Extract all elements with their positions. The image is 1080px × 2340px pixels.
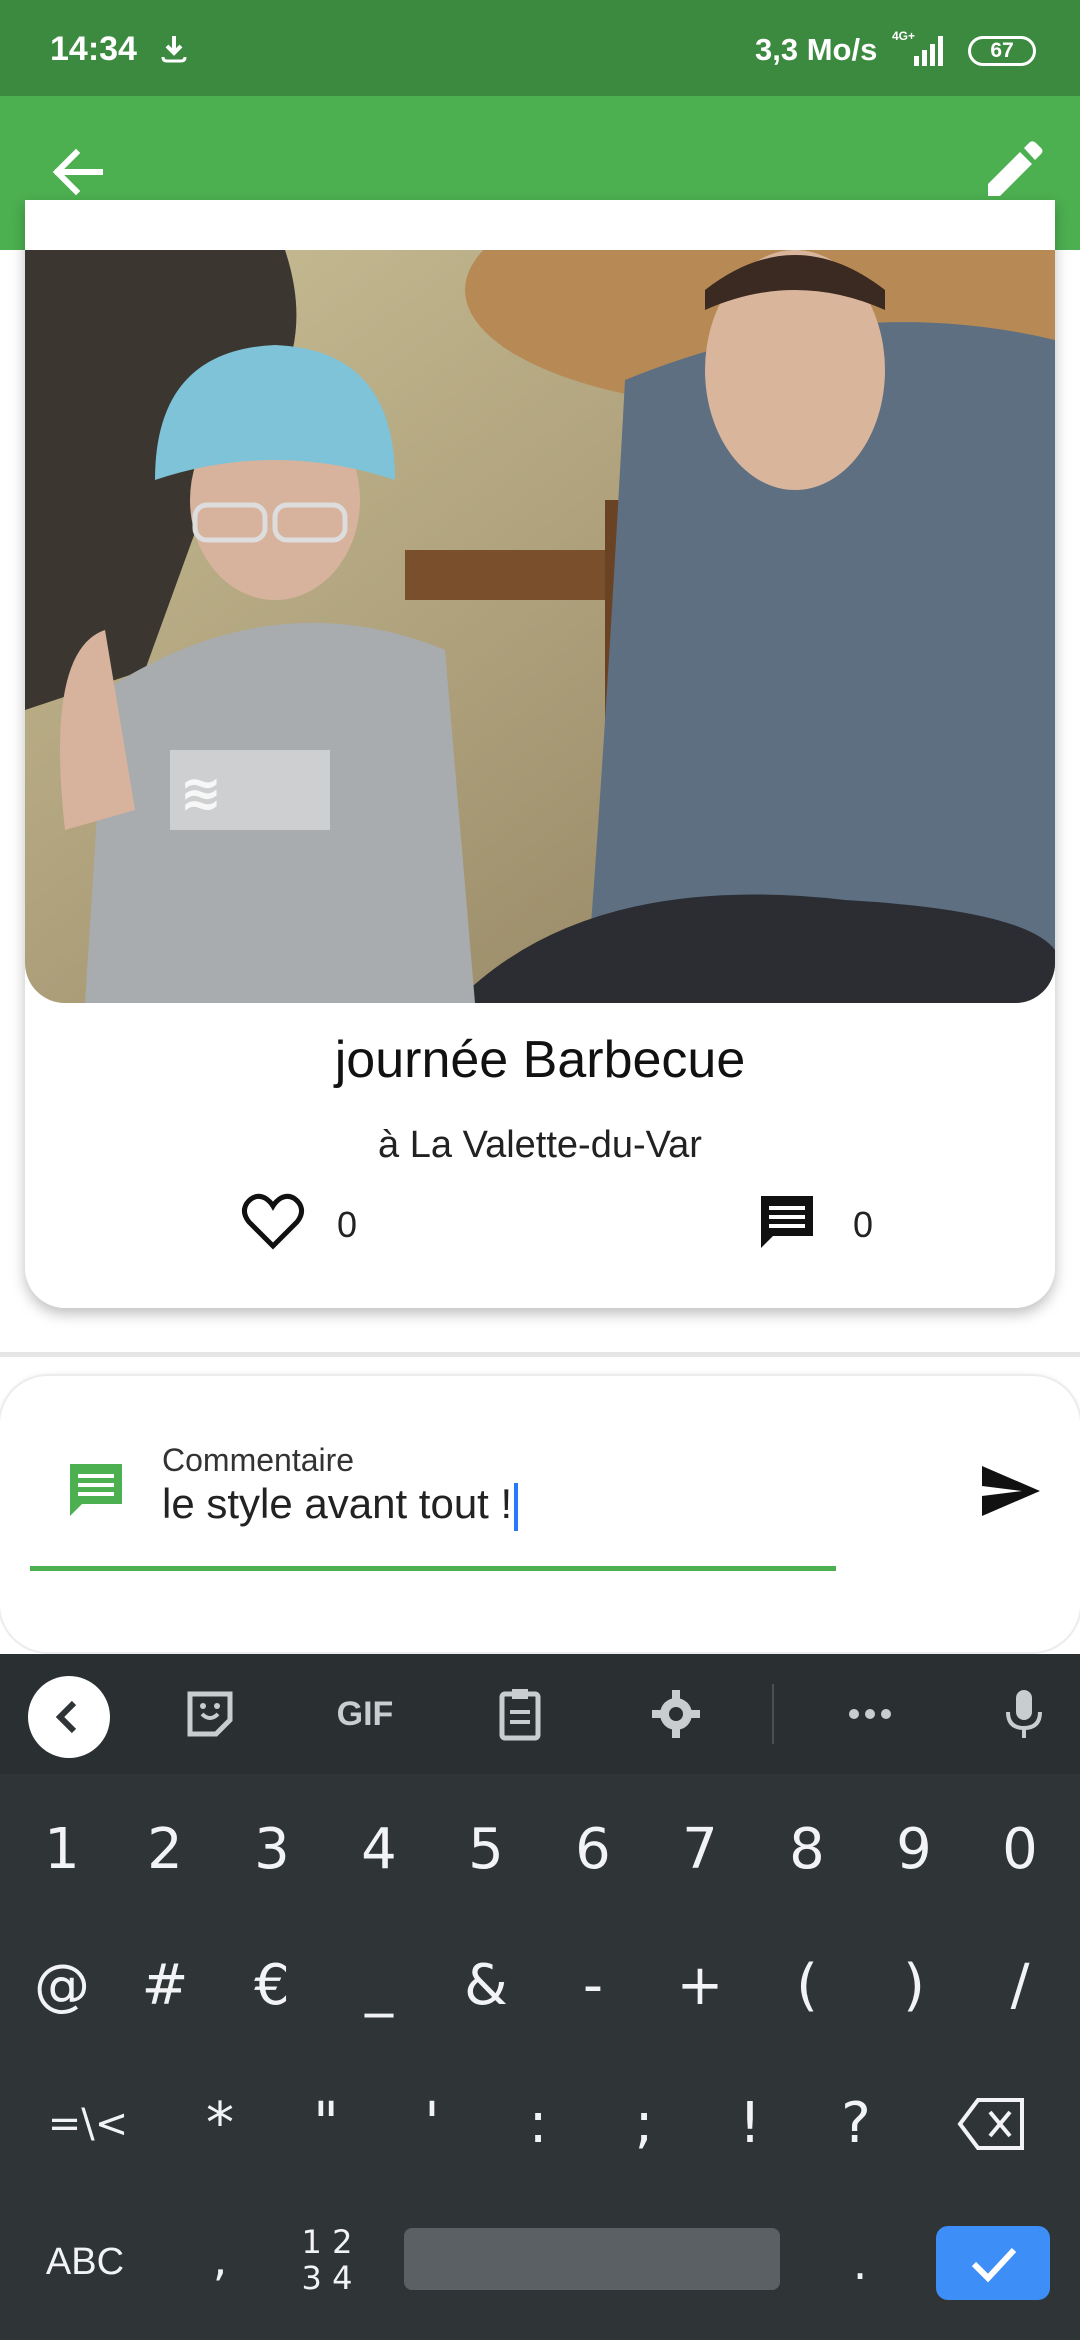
key-0[interactable]: 0	[970, 1800, 1070, 1900]
key-numpad-bottom[interactable]: 3 4	[292, 2260, 362, 2296]
chevron-left-icon	[55, 1700, 77, 1734]
toolbar-separator	[772, 1684, 774, 1744]
keyboard-collapse-button[interactable]	[28, 1676, 110, 1758]
checkmark-icon	[971, 2247, 1017, 2283]
key-hash[interactable]: #	[115, 1936, 215, 2036]
comment-input-underline	[30, 1566, 836, 1571]
key-7[interactable]: 7	[650, 1800, 750, 1900]
key-slash[interactable]: /	[970, 1936, 1070, 2036]
shirt-print-graphic: ≋	[180, 764, 222, 822]
key-close-paren[interactable]: )	[864, 1936, 964, 2036]
comment-input[interactable]: le style avant tout !	[162, 1480, 822, 1531]
message-icon	[70, 1464, 122, 1516]
divider	[0, 1352, 1080, 1357]
comment-count: 0	[853, 1204, 874, 1245]
key-plus[interactable]: +	[650, 1936, 750, 2036]
key-more-symbols[interactable]: =\<	[38, 2074, 138, 2174]
key-5[interactable]: 5	[436, 1800, 536, 1900]
like-count: 0	[337, 1204, 358, 1245]
key-ampersand[interactable]: &	[436, 1936, 536, 2036]
key-numpad-top[interactable]: 1 2	[292, 2224, 362, 2260]
post-title: journée Barbecue	[334, 1031, 746, 1089]
keyboard: GIF 1 2 3 4 5 6 7 8 9 0 @ # € _ & - + (…	[0, 1654, 1080, 2340]
key-3[interactable]: 3	[222, 1800, 322, 1900]
signal-icon: 4G+	[892, 29, 943, 66]
arrow-left-icon[interactable]	[44, 138, 112, 206]
key-minus[interactable]: -	[543, 1936, 643, 2036]
key-comma[interactable]: ,	[180, 2224, 260, 2294]
comment-icon[interactable]	[755, 1190, 819, 1254]
post-photo-image: ≋	[25, 250, 1055, 1003]
key-semicolon[interactable]: ;	[594, 2074, 694, 2174]
post-card: ≋ journée Barbecue à La Valette-du-Var 0…	[25, 200, 1055, 1308]
key-abc[interactable]: ABC	[30, 2232, 140, 2292]
comment-field-label: Commentaire	[162, 1442, 355, 1478]
network-type: 4G+	[892, 29, 915, 43]
post-photo[interactable]: ≋	[25, 250, 1055, 1003]
comment-input-value: le style avant tout !	[162, 1480, 513, 1527]
post-location: à La Valette-du-Var	[378, 1124, 702, 1166]
key-2[interactable]: 2	[115, 1800, 215, 1900]
status-time: 14:34	[50, 30, 137, 68]
key-9[interactable]: 9	[864, 1800, 964, 1900]
send-icon[interactable]	[978, 1458, 1044, 1524]
key-8[interactable]: 8	[757, 1800, 857, 1900]
key-double-quote[interactable]: "	[276, 2074, 376, 2174]
key-underscore[interactable]: _	[329, 1936, 429, 2036]
key-done[interactable]	[936, 2226, 1050, 2300]
backspace-icon[interactable]	[956, 2094, 1028, 2154]
pencil-icon[interactable]	[978, 138, 1046, 206]
network-speed: 3,3 Mo/s	[755, 32, 878, 67]
sticker-icon[interactable]	[180, 1684, 240, 1744]
key-1[interactable]: 1	[12, 1800, 112, 1900]
download-icon	[161, 36, 187, 63]
heart-icon[interactable]	[241, 1190, 305, 1254]
gear-icon[interactable]	[646, 1684, 706, 1744]
key-exclamation[interactable]: !	[700, 2074, 800, 2174]
clipboard-icon[interactable]	[490, 1684, 550, 1744]
keyboard-toolbar: GIF	[0, 1654, 1080, 1774]
key-6[interactable]: 6	[543, 1800, 643, 1900]
battery-indicator: 67	[968, 36, 1036, 66]
text-cursor	[514, 1482, 519, 1531]
comment-composer: Commentaire le style avant tout !	[0, 1376, 1080, 1652]
key-open-paren[interactable]: (	[757, 1936, 857, 2036]
key-4[interactable]: 4	[329, 1800, 429, 1900]
key-at[interactable]: @	[12, 1936, 112, 2036]
gif-button[interactable]: GIF	[320, 1684, 410, 1744]
key-euro[interactable]: €	[222, 1936, 322, 2036]
status-bar: 14:34 3,3 Mo/s 4G+ 67	[0, 0, 1080, 96]
key-single-quote[interactable]: '	[382, 2074, 482, 2174]
key-question[interactable]: ?	[806, 2074, 906, 2174]
more-icon[interactable]	[840, 1684, 900, 1744]
microphone-icon[interactable]	[994, 1684, 1054, 1744]
key-colon[interactable]: :	[488, 2074, 588, 2174]
key-space[interactable]	[404, 2228, 780, 2290]
key-asterisk[interactable]: *	[170, 2074, 270, 2174]
key-period[interactable]: .	[820, 2228, 900, 2298]
